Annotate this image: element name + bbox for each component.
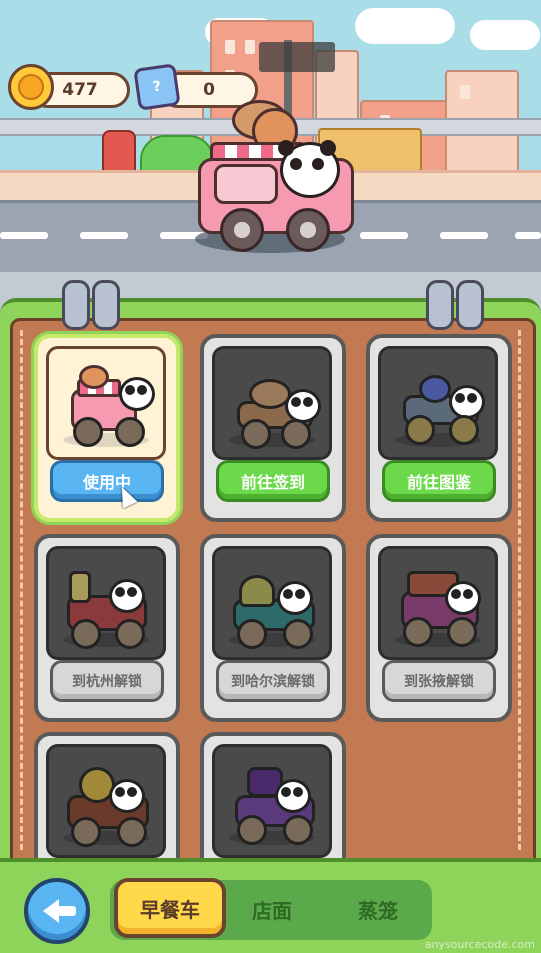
building-window (245, 40, 255, 54)
vehicle-card[interactable]: 到张掖解锁 (366, 534, 512, 722)
unlock-harbin-button[interactable]: 到哈尔滨解锁 (216, 660, 330, 702)
arrow-left-stem (58, 906, 76, 916)
truck-window (214, 164, 278, 204)
go-check-in-button[interactable]: 前往签到 (216, 460, 330, 502)
road-marking (440, 232, 488, 239)
vehicle-thumbnail (46, 346, 166, 460)
game-screen: 477 0 ? 使用中 前往签到 前往图鉴 到杭州解锁 到哈尔滨解锁 到张掖解锁… (0, 0, 541, 953)
panda-eye (290, 158, 302, 170)
building-window (460, 85, 470, 99)
back-button[interactable] (24, 878, 90, 944)
panel-stitching (518, 330, 521, 850)
road-marking (0, 232, 48, 239)
vehicle-thumbnail (212, 346, 332, 460)
unlock-zhangye-button[interactable]: 到张掖解锁 (382, 660, 496, 702)
vehicle-thumbnail (378, 346, 498, 460)
panda-ear (320, 140, 336, 156)
panda-ear (278, 140, 294, 156)
vehicle-thumbnail (46, 744, 166, 858)
vehicle-card[interactable]: 使用中 (34, 334, 180, 522)
vehicle-thumbnail (212, 546, 332, 660)
tab-storefront[interactable]: 店面 (224, 880, 320, 938)
breakfast-truck-hero[interactable] (190, 100, 354, 252)
road-marking (80, 232, 128, 239)
cloud (470, 20, 540, 50)
vehicle-thumbnail (212, 744, 332, 858)
unlock-hangzhou-button[interactable]: 到杭州解锁 (50, 660, 164, 702)
coin-icon (8, 64, 54, 110)
vehicle-card[interactable]: 前往签到 (200, 334, 346, 522)
tab-steamer[interactable]: 蒸笼 (326, 880, 430, 938)
coin-count: 477 (62, 80, 98, 100)
ticket-icon: ? (133, 63, 181, 111)
vehicle-card[interactable]: 到杭州解锁 (34, 534, 180, 722)
binder-ring (456, 280, 484, 330)
binder-ring (92, 280, 120, 330)
arrow-left-icon (43, 899, 59, 923)
building-window (225, 40, 235, 54)
panda-eye (312, 158, 324, 170)
truck-wheel (286, 208, 330, 252)
ticket-count: 0 (203, 80, 215, 100)
go-collection-button[interactable]: 前往图鉴 (382, 460, 496, 502)
overlay-bar (259, 42, 335, 72)
cloud (355, 8, 455, 44)
vehicle-card[interactable]: 到哈尔滨解锁 (200, 534, 346, 722)
truck-wheel (220, 208, 264, 252)
tab-breakfast-cart[interactable]: 早餐车 (114, 878, 226, 938)
road-marking (515, 232, 541, 239)
binder-ring (62, 280, 90, 330)
vehicle-card[interactable]: 前往图鉴 (366, 334, 512, 522)
ticket-icon-glyph: ? (151, 78, 163, 96)
panel-stitching (20, 330, 23, 850)
binder-ring (426, 280, 454, 330)
vehicle-thumbnail (46, 546, 166, 660)
in-use-button[interactable]: 使用中 (50, 460, 164, 502)
watermark: anysourcecode.com (424, 938, 535, 951)
vehicle-thumbnail (378, 546, 498, 660)
road-marking (360, 232, 408, 239)
